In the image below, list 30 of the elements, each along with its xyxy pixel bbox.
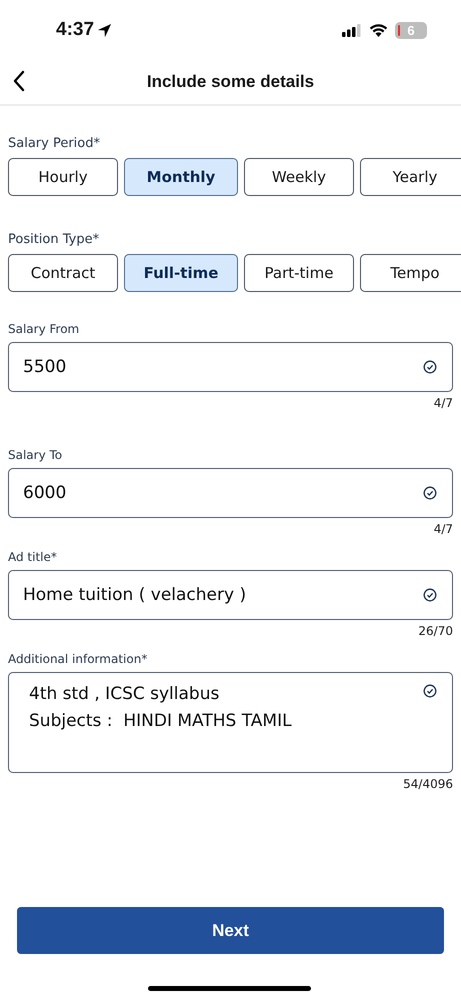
option-chip[interactable]: Part-time <box>244 254 354 292</box>
field-label: Salary From <box>8 322 80 336</box>
option-group-label: Salary Period* <box>8 136 102 151</box>
field-label: Salary To <box>8 448 64 462</box>
option-group-label: Position Type* <box>8 232 100 247</box>
character-counter: 26/70 <box>417 624 453 638</box>
status-time: 4:37 <box>56 19 94 41</box>
page-title: Include some details <box>146 72 314 92</box>
field-label: Ad title* <box>8 550 58 564</box>
location-arrow-icon <box>97 22 112 38</box>
input-field[interactable]: 6000 <box>8 468 453 518</box>
option-chip[interactable]: Hourly <box>8 158 118 196</box>
option-chip[interactable]: Full-time <box>124 254 238 292</box>
character-counter: 4/7 <box>432 396 453 410</box>
option-chip[interactable]: Contract <box>8 254 118 292</box>
battery-indicator: 6 <box>395 22 427 38</box>
next-button[interactable]: Next <box>17 907 444 954</box>
back-chevron-icon <box>12 70 26 92</box>
field-label: Additional information* <box>8 652 148 666</box>
signal-icon <box>342 24 362 36</box>
text-area[interactable]: 4th std , ICSC syllabus Subjects : HINDI MATHS TAMIL <box>8 672 453 773</box>
input-field[interactable]: Home tuition ( velachery ) <box>8 570 453 620</box>
input-field[interactable]: 5500 <box>8 342 453 392</box>
option-chip[interactable]: Weekly <box>244 158 354 196</box>
character-counter: 4/7 <box>432 522 453 536</box>
wifi-icon <box>369 23 388 37</box>
option-chip[interactable]: Tempo <box>360 254 461 292</box>
character-counter: 54/4096 <box>402 777 453 791</box>
option-chip[interactable]: Yearly <box>360 158 461 196</box>
option-chip[interactable]: Monthly <box>124 158 238 196</box>
